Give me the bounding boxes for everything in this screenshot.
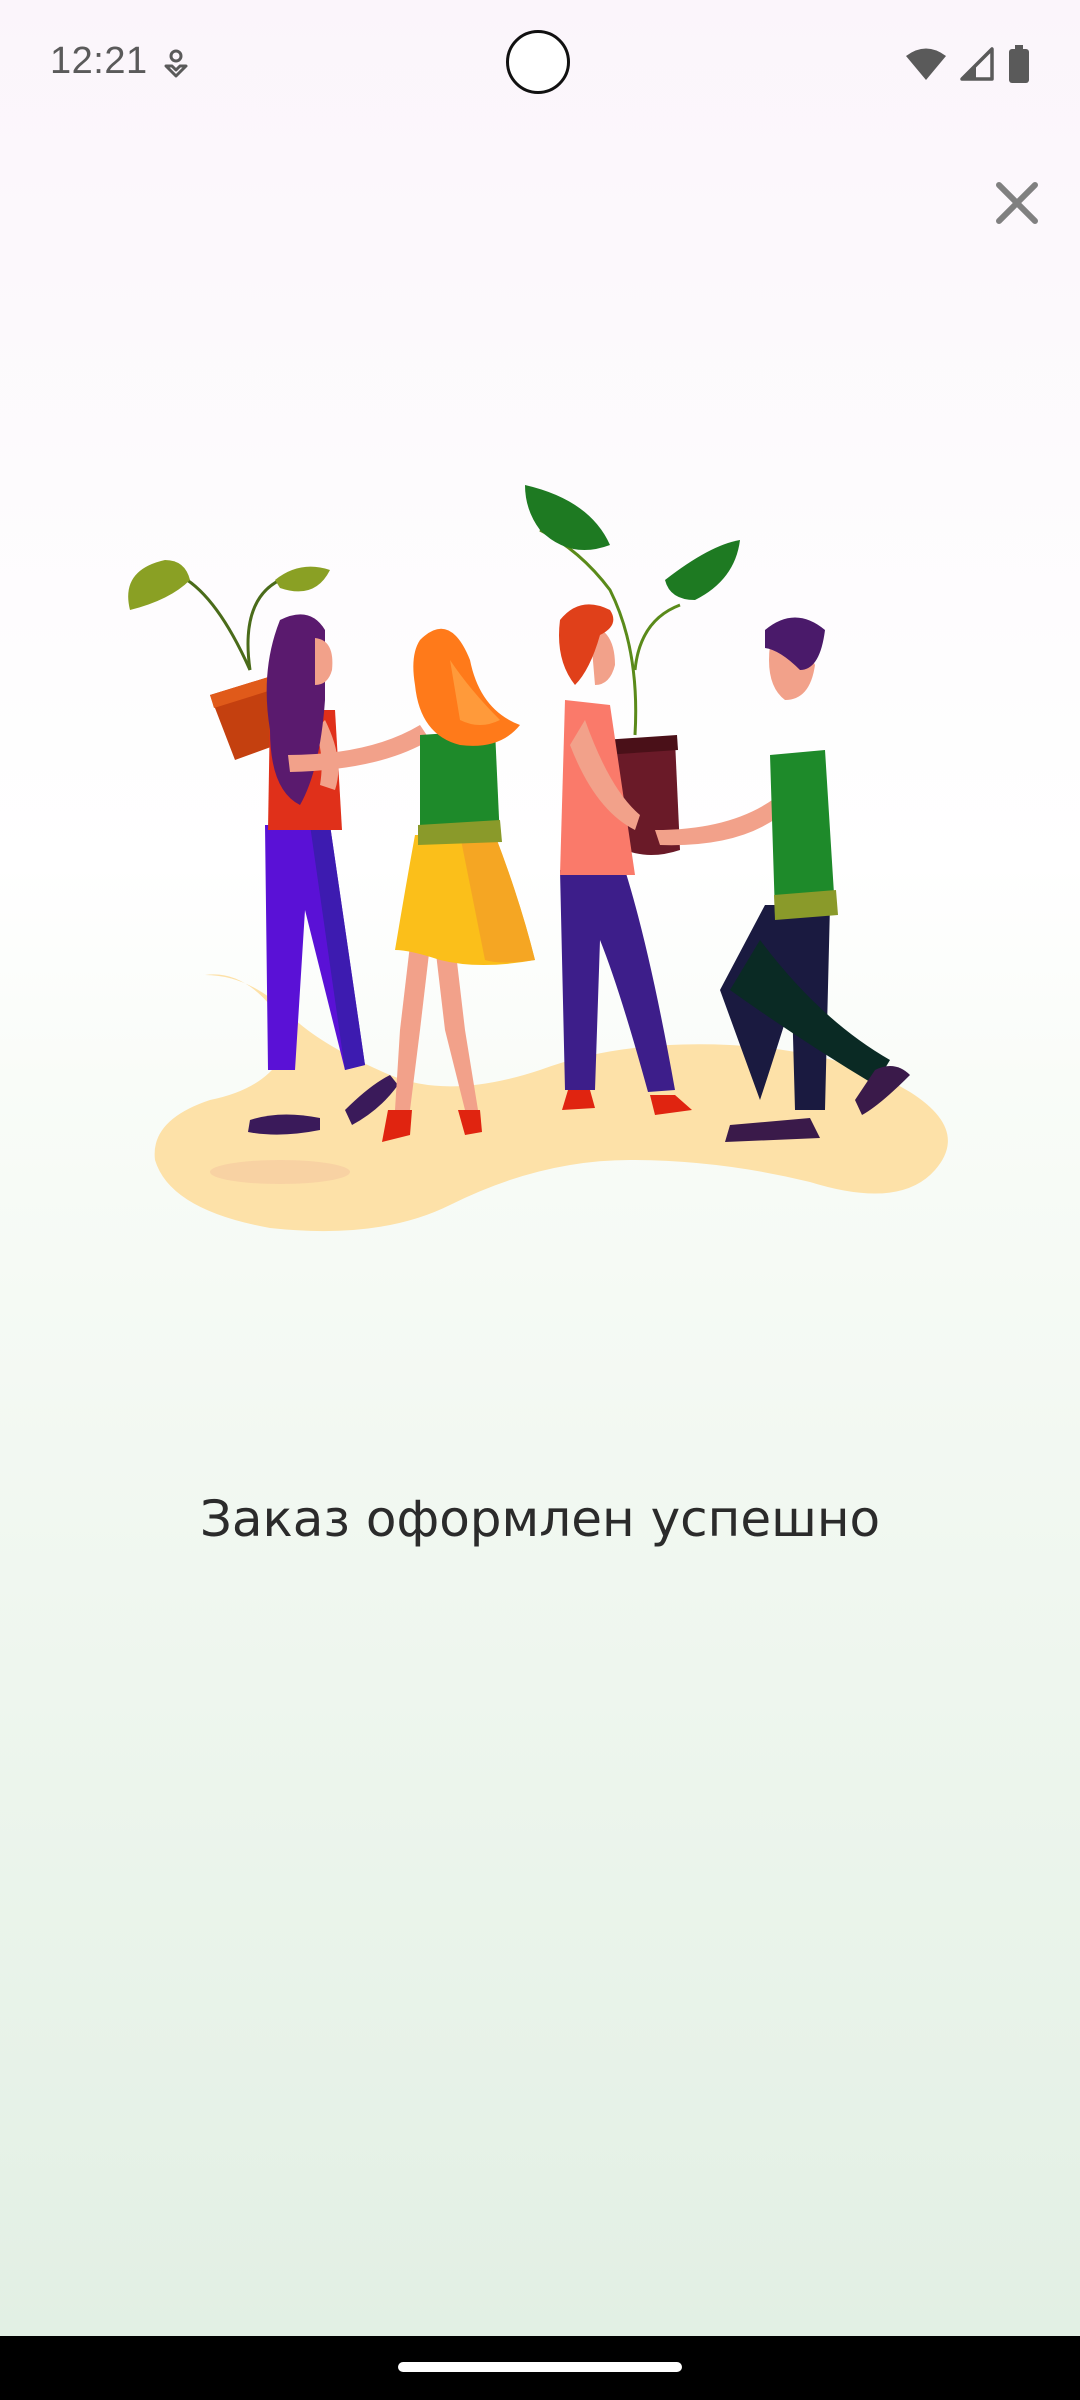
order-success-message: Заказ оформлен успешно [199,1490,881,1548]
notification-icon [164,49,188,78]
close-icon [996,182,1038,224]
status-bar: 12:21 [0,0,1080,130]
camera-cutout [506,30,570,94]
signal-icon [960,47,994,81]
person-woman-red-hair [525,485,740,1115]
status-time: 12:21 [50,40,148,82]
battery-icon [1009,45,1029,83]
people-exchanging-plants-illustration [128,485,948,1232]
wifi-icon [906,48,946,80]
status-icons [906,44,1030,84]
home-indicator[interactable] [398,2362,682,2372]
close-button[interactable] [990,176,1044,230]
person-girl-purple-hair [128,560,398,1135]
